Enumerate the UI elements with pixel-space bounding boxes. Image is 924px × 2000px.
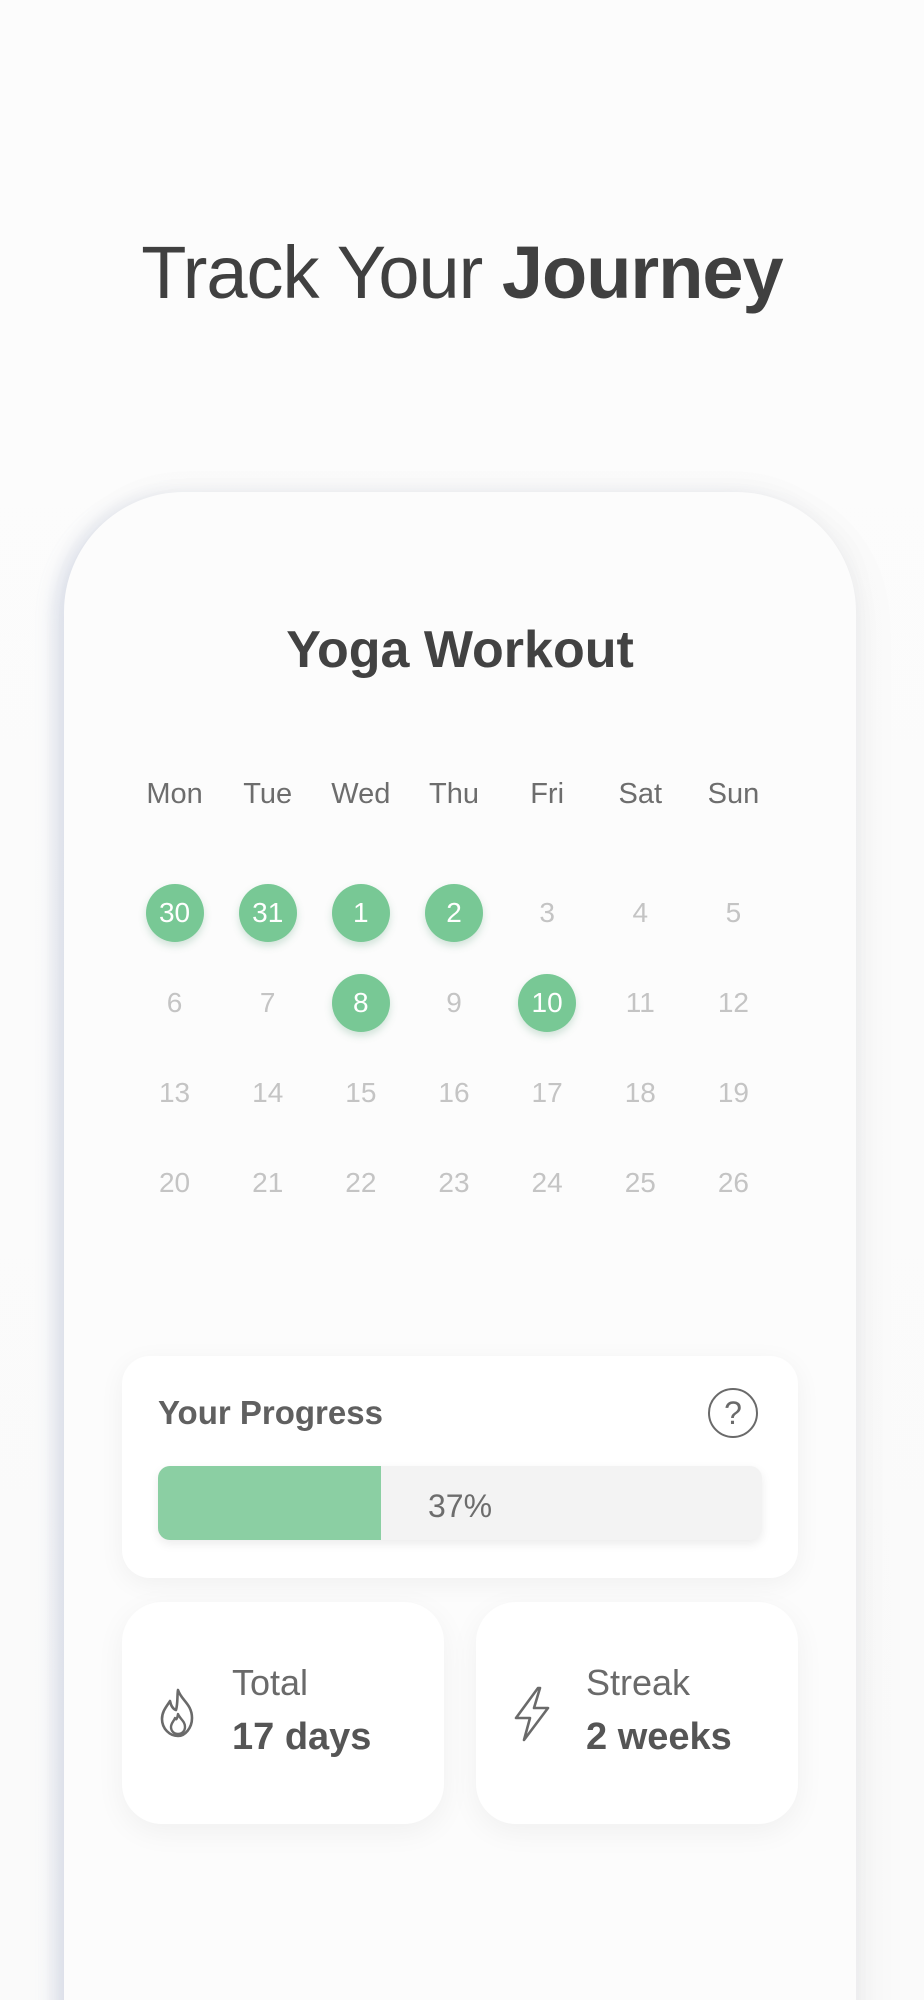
calendar-day-completed[interactable]: 30	[145, 884, 204, 942]
total-card[interactable]: Total 17 days	[122, 1602, 444, 1824]
weekday-label: Wed	[331, 777, 391, 810]
progress-percent: 37%	[427, 1488, 493, 1524]
weekday-label: Mon	[146, 777, 203, 810]
progress-title: Your Progress	[158, 1394, 383, 1431]
calendar-week-row: 20 21 22 23 24 25 26	[128, 1138, 780, 1228]
headline-bold: Journey	[501, 231, 784, 314]
calendar-weeks: 30 31 1 2 3 4 5 6 7 8 9 10 11 12 13 14 15 16 17 18 19 20 21 22 2…	[128, 868, 780, 1228]
calendar-day[interactable]: 4	[611, 884, 669, 942]
calendar-day[interactable]: 9	[425, 974, 483, 1032]
calendar-day[interactable]: 23	[425, 1154, 483, 1212]
headline-light: Track Your	[141, 231, 502, 314]
calendar: Mon Tue Wed Thu Fri Sat Sun 30 31 1 2 3 4 5 6 7 8…	[128, 762, 780, 1228]
calendar-day[interactable]: 17	[518, 1064, 576, 1122]
calendar-day[interactable]: 15	[332, 1064, 390, 1122]
calendar-day[interactable]: 19	[704, 1064, 762, 1122]
calendar-week-row: 6 7 8 9 10 11 12	[128, 958, 780, 1048]
calendar-day[interactable]: 22	[332, 1154, 390, 1212]
calendar-day[interactable]: 16	[425, 1064, 483, 1122]
calendar-day-completed[interactable]: 8	[331, 974, 390, 1032]
calendar-day-completed[interactable]: 2	[424, 884, 483, 942]
calendar-day[interactable]: 7	[239, 974, 297, 1032]
calendar-day-completed[interactable]: 10	[518, 974, 577, 1032]
calendar-week-row: 30 31 1 2 3 4 5	[128, 868, 780, 958]
total-label: Total	[232, 1662, 309, 1703]
calendar-day[interactable]: 11	[611, 974, 669, 1032]
calendar-day[interactable]: 3	[518, 884, 576, 942]
weekday-label: Tue	[243, 777, 293, 810]
calendar-day[interactable]: 24	[518, 1154, 576, 1212]
weekday-label: Fri	[530, 777, 565, 810]
calendar-day[interactable]: 13	[146, 1064, 204, 1122]
calendar-day[interactable]: 12	[704, 974, 762, 1032]
weekday-label: Thu	[429, 777, 479, 810]
phone-frame: Yoga Workout Mon Tue Wed Thu Fri Sat Sun…	[64, 492, 856, 2000]
question-circle-icon[interactable]: ?	[708, 1388, 758, 1438]
flame-icon	[160, 1688, 194, 1738]
calendar-day[interactable]: 14	[239, 1064, 297, 1122]
streak-card[interactable]: Streak 2 weeks	[476, 1602, 798, 1824]
streak-value: 2 weeks	[586, 1716, 732, 1758]
total-value: 17 days	[232, 1716, 372, 1758]
progress-card: Your Progress ? 37%	[122, 1356, 798, 1578]
calendar-day[interactable]: 21	[239, 1154, 297, 1212]
calendar-day[interactable]: 18	[611, 1064, 669, 1122]
lightning-bolt-icon	[514, 1686, 550, 1742]
weekday-header: Mon Tue Wed Thu Fri Sat Sun	[128, 762, 780, 826]
progress-bar: 37%	[158, 1466, 762, 1540]
calendar-day-completed[interactable]: 31	[238, 884, 297, 942]
workout-title: Yoga Workout	[286, 621, 634, 679]
screen: Track Your Journey Yoga Workout Mon Tue …	[0, 0, 924, 2000]
calendar-day[interactable]: 26	[704, 1154, 762, 1212]
weekday-label: Sat	[618, 777, 663, 810]
weekday-label: Sun	[707, 777, 760, 810]
calendar-day[interactable]: 20	[146, 1154, 204, 1212]
calendar-week-row: 13 14 15 16 17 18 19	[128, 1048, 780, 1138]
calendar-day[interactable]: 6	[146, 974, 204, 1032]
headline: Track Your Journey	[0, 228, 924, 318]
calendar-day[interactable]: 25	[611, 1154, 669, 1212]
calendar-day[interactable]: 5	[704, 884, 762, 942]
calendar-day-completed[interactable]: 1	[331, 884, 390, 942]
streak-label: Streak	[586, 1662, 691, 1703]
